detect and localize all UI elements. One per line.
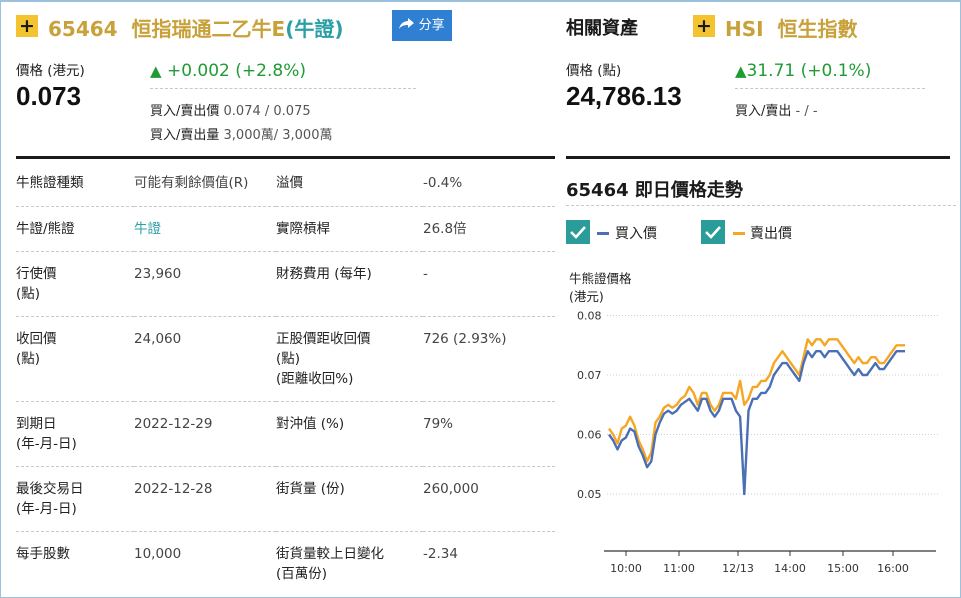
detail-value: 2022-12-29: [134, 415, 213, 432]
detail-value: 可能有剩餘價值(R): [134, 175, 249, 191]
detail-key-line: (年-月-日): [16, 500, 77, 517]
underlying-change-value: 31.71: [746, 61, 796, 81]
warrant-details-table: 牛熊證種類 可能有剩餘價值(R) 溢價 -0.4% 牛證/熊證 牛證 實際槓桿 …: [16, 161, 555, 587]
add-warrant-plus-button[interactable]: +: [16, 15, 38, 37]
bid-ask-volume-value: 3,000萬/ 3,000萬: [223, 128, 333, 143]
warrant-divider: [150, 88, 416, 89]
detail-key-line: (距離收回%): [276, 370, 354, 387]
detail-key-line: (百萬份): [276, 565, 328, 582]
chart-title: 65464 即日價格走勢: [566, 180, 743, 201]
detail-value: 726 (2.93%): [423, 330, 507, 347]
warrant-bid-ask: 買入/賣出價 0.074 / 0.075: [150, 100, 311, 119]
chart-title-divider: [566, 205, 956, 206]
underlying-bid-ask-value: - / -: [795, 104, 818, 119]
detail-key: 溢價: [276, 175, 303, 191]
detail-key-line: 街貨量較上日變化: [276, 545, 384, 562]
underlying-price: 24,786.13: [566, 81, 682, 111]
detail-value: 260,000: [423, 480, 479, 497]
warrant-bid-ask-volume: 買入/賣出量 3,000萬/ 3,000萬: [150, 124, 332, 143]
ask-series-checkbox[interactable]: [701, 220, 725, 244]
warrant-change: ▲ +0.002 (+2.8%): [150, 61, 306, 81]
underlying-code: HSI: [725, 17, 764, 41]
detail-key: 街貨量 (份): [276, 480, 345, 497]
warrant-price-label: 價格 (港元): [16, 63, 85, 79]
add-underlying-plus-button[interactable]: +: [693, 15, 715, 37]
underlying-change-pct: (+0.1%): [800, 61, 872, 81]
detail-key: 正股價距收回價 (點) (距離收回%): [276, 316, 423, 401]
warrant-price: 0.073: [16, 81, 82, 111]
detail-value: 2022-12-28: [134, 480, 213, 497]
table-row: 到期日 (年-月-日) 2022-12-29 對沖值 (%) 79%: [16, 401, 555, 466]
share-button[interactable]: 分享: [392, 10, 452, 41]
detail-key: 財務費用 (每年): [276, 265, 372, 282]
share-label: 分享: [418, 18, 445, 33]
ask-legend-swatch: [733, 232, 745, 235]
detail-value: 牛證: [134, 220, 161, 237]
detail-key-line: (點): [16, 350, 41, 367]
underlying-bid-ask-label: 買入/賣出: [735, 104, 792, 119]
underlying-name: 恒生指數: [777, 17, 858, 41]
detail-key-line: 最後交易日: [16, 480, 84, 497]
bid-ask-value: 0.074 / 0.075: [223, 104, 311, 119]
detail-value: 26.8倍: [423, 220, 467, 237]
detail-key-line: 到期日: [16, 415, 57, 432]
detail-value: -2.34: [423, 545, 458, 562]
underlying-title: HSI 恒生指數: [725, 13, 858, 42]
warrant-type-tag: (牛證): [285, 17, 344, 41]
detail-value: 24,060: [134, 330, 182, 347]
detail-key: 實際槓桿: [276, 220, 330, 237]
warrant-change-value: +0.002: [166, 61, 230, 81]
underlying-divider: [735, 88, 925, 89]
detail-key-line: (點): [276, 350, 301, 367]
share-arrow-icon: [399, 18, 415, 29]
ask-legend-label: 賣出價: [750, 226, 792, 242]
warrant-change-pct: (+2.8%): [235, 61, 306, 81]
detail-key: 牛熊證種類: [16, 175, 84, 191]
detail-key: 收回價 (點): [16, 316, 134, 401]
underlying-change: ▲31.71 (+0.1%): [735, 61, 871, 81]
detail-key-line: 收回價: [16, 330, 57, 347]
table-row: 最後交易日 (年-月-日) 2022-12-28 街貨量 (份) 260,000: [16, 466, 555, 531]
table-row: 每手股數 10,000 街貨量較上日變化 (百萬份) -2.34: [16, 531, 555, 587]
detail-key: 牛證/熊證: [16, 220, 75, 237]
detail-key: 街貨量較上日變化 (百萬份): [276, 531, 423, 587]
underlying-bid-ask: 買入/賣出 - / -: [735, 100, 818, 119]
detail-value: -0.4%: [423, 175, 463, 191]
detail-key-line: 正股價距收回價: [276, 330, 371, 347]
bid-series-checkbox[interactable]: [566, 220, 590, 244]
detail-key: 最後交易日 (年-月-日): [16, 466, 134, 531]
detail-key: 每手股數: [16, 545, 70, 562]
chart-ylabel-line1: 牛熊證價格: [569, 271, 632, 286]
detail-key: 到期日 (年-月-日): [16, 401, 134, 466]
detail-value: 10,000: [134, 545, 182, 562]
table-row: 收回價 (點) 24,060 正股價距收回價 (點) (距離收回%) 726 (2.9…: [16, 316, 555, 401]
detail-key-line: (年-月-日): [16, 435, 77, 452]
detail-value: 23,960: [134, 265, 182, 282]
up-triangle-icon: ▲: [150, 62, 162, 80]
detail-value: 79%: [423, 415, 454, 432]
detail-key: 行使價 (點): [16, 251, 134, 316]
right-section-rule: [566, 156, 950, 159]
checkmark-icon: [570, 226, 586, 239]
warrant-code: 65464: [48, 17, 118, 41]
checkmark-icon: [705, 226, 721, 239]
detail-value: -: [423, 265, 428, 282]
bid-legend-label: 買入價: [615, 226, 657, 242]
warrant-name: 恒指瑞通二乙牛E: [131, 17, 286, 41]
underlying-section-label: 相關資產: [566, 18, 638, 39]
detail-key: 對沖值 (%): [276, 415, 345, 432]
up-triangle-icon: ▲: [735, 62, 747, 80]
left-section-rule: [16, 156, 555, 159]
detail-key-line: (點): [16, 285, 41, 302]
table-row: 行使價 (點) 23,960 財務費用 (每年) -: [16, 251, 555, 316]
underlying-price-label: 價格 (點): [566, 63, 622, 79]
bid-ask-label: 買入/賣出價: [150, 104, 220, 119]
bid-ask-volume-label: 買入/賣出量: [150, 128, 220, 143]
bid-legend-swatch: [597, 232, 609, 235]
table-row: 牛證/熊證 牛證 實際槓桿 26.8倍: [16, 206, 555, 251]
detail-key-line: 行使價: [16, 265, 57, 282]
warrant-title: 65464 恒指瑞通二乙牛E(牛證): [48, 13, 343, 42]
chart-ylabel-line2: (港元): [569, 289, 604, 304]
table-row: 牛熊證種類 可能有剩餘價值(R) 溢價 -0.4%: [16, 161, 555, 206]
